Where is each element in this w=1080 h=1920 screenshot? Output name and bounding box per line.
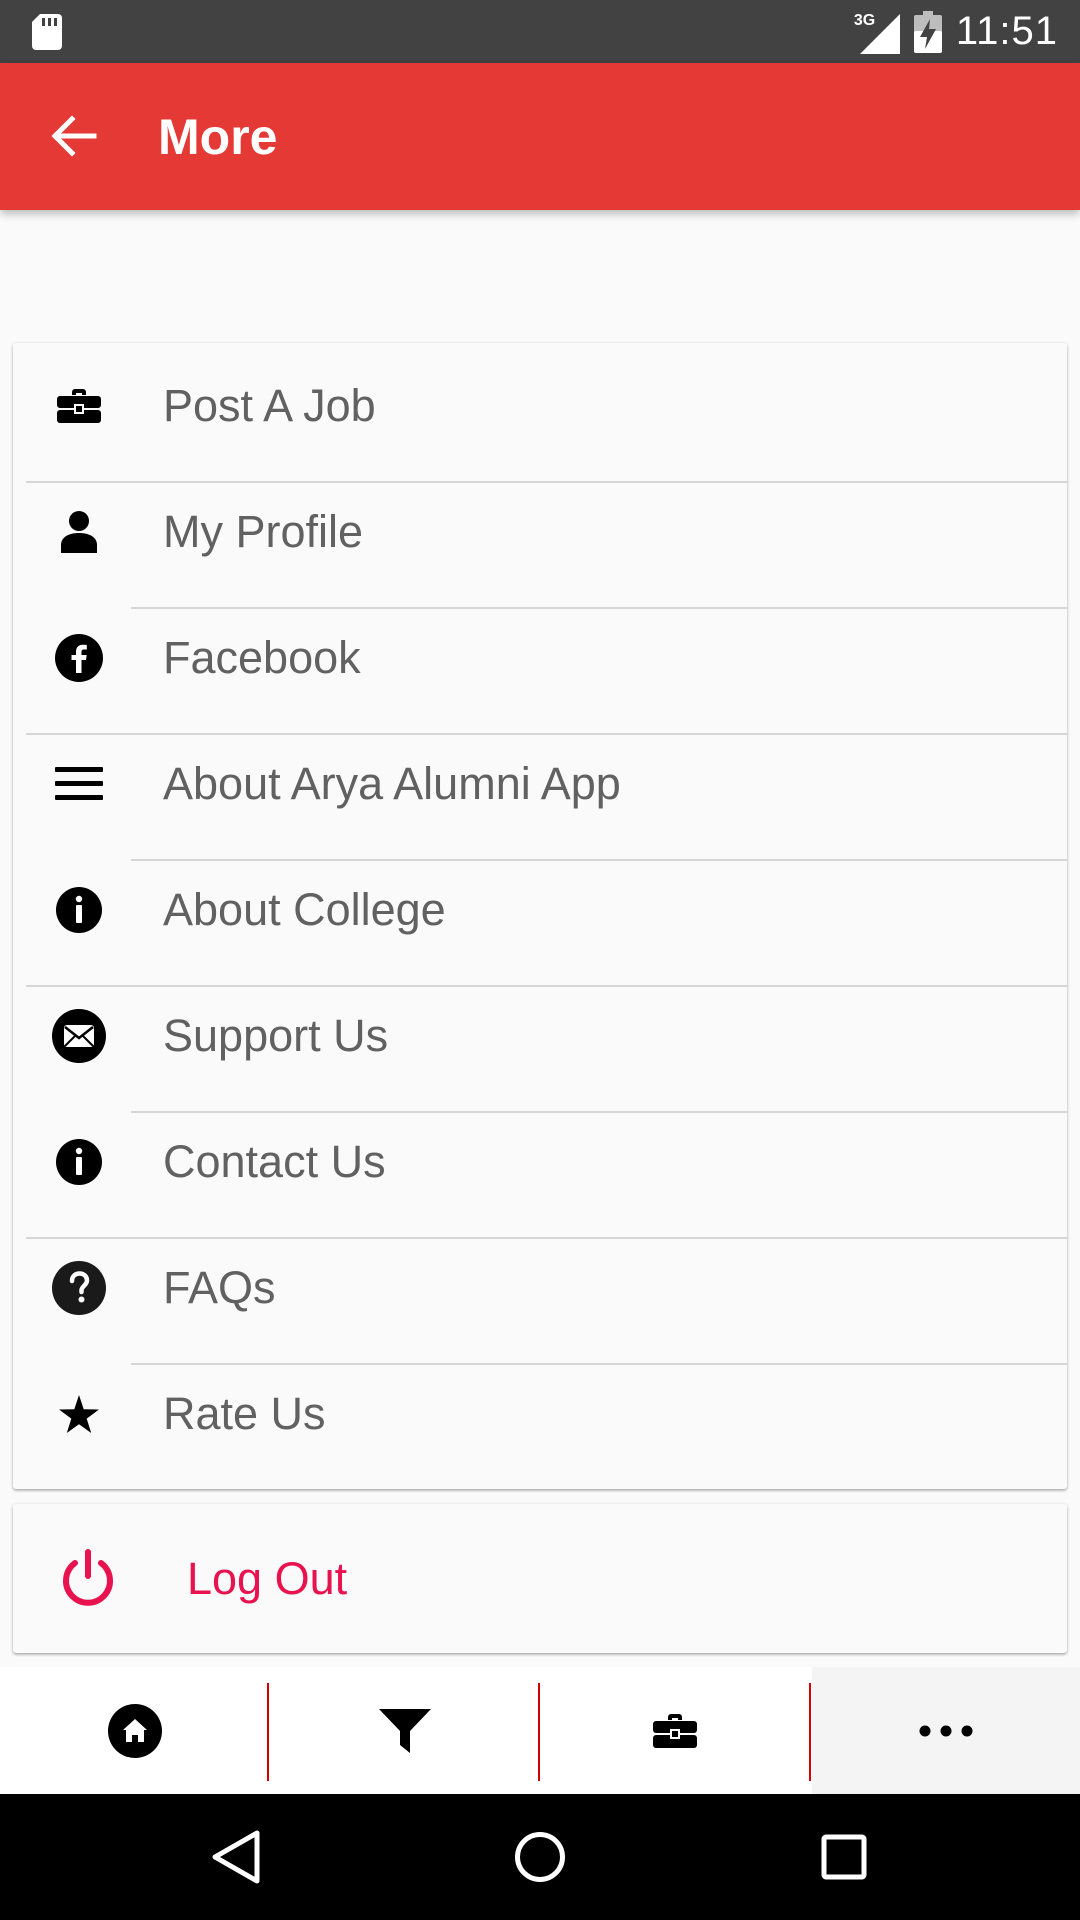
menu-item-label: Facebook — [163, 632, 361, 683]
menu-item-label: FAQs — [163, 1262, 276, 1313]
briefcase-icon — [653, 1713, 697, 1748]
menu-item-label: About Arya Alumni App — [163, 758, 621, 809]
tab-more[interactable] — [812, 1667, 1080, 1794]
briefcase-icon — [51, 378, 107, 434]
menu-item-faqs[interactable]: FAQs — [13, 1225, 1067, 1351]
tab-jobs[interactable] — [540, 1667, 810, 1794]
tab-separator — [267, 1683, 269, 1781]
system-nav-bar — [0, 1794, 1080, 1920]
menu-item-about-app[interactable]: About Arya Alumni App — [13, 721, 1067, 847]
filter-icon — [379, 1708, 431, 1753]
menu-item-rate-us[interactable]: Rate Us — [13, 1351, 1067, 1477]
menu-item-label: About College — [163, 884, 446, 935]
menu-lines-icon — [51, 756, 107, 812]
star-icon — [51, 1386, 107, 1442]
menu-item-post-a-job[interactable]: Post A Job — [13, 343, 1067, 469]
page-title: More — [158, 109, 278, 165]
system-home-button[interactable] — [502, 1819, 578, 1895]
menu-item-label: Post A Job — [163, 380, 376, 431]
tab-home[interactable] — [0, 1667, 270, 1794]
menu-item-my-profile[interactable]: My Profile — [13, 469, 1067, 595]
status-bar: 3G 11:51 — [0, 0, 1080, 63]
person-icon — [51, 504, 107, 560]
arrow-back-icon[interactable] — [48, 111, 98, 161]
bottom-nav — [0, 1667, 1080, 1794]
circle-home-icon — [515, 1832, 565, 1882]
info-icon — [51, 882, 107, 938]
clock: 11:51 — [955, 9, 1058, 53]
signal-icon: 3G — [854, 10, 900, 54]
menu-item-label: Support Us — [163, 1010, 389, 1061]
tab-filter[interactable] — [270, 1667, 540, 1794]
logout-button[interactable]: Log Out — [13, 1504, 1067, 1653]
menu-item-about-college[interactable]: About College — [13, 847, 1067, 973]
menu-item-label: Rate Us — [163, 1388, 326, 1439]
system-back-button[interactable] — [198, 1819, 274, 1895]
menu-item-contact-us[interactable]: Contact Us — [13, 1099, 1067, 1225]
menu-item-support-us[interactable]: Support Us — [13, 973, 1067, 1099]
menu-item-label: My Profile — [163, 506, 364, 557]
menu-card: Post A Job My Profile Facebook About Ary… — [13, 343, 1067, 1489]
power-icon — [63, 1549, 113, 1606]
system-recents-button[interactable] — [806, 1819, 882, 1895]
battery-icon — [913, 10, 942, 53]
help-circle-icon — [51, 1260, 107, 1316]
more-dots-icon — [919, 1725, 973, 1736]
mail-circle-icon — [51, 1008, 107, 1064]
sd-card-icon — [32, 14, 62, 50]
menu-item-facebook[interactable]: Facebook — [13, 595, 1067, 721]
menu-item-label: Contact Us — [163, 1136, 386, 1187]
logout-label: Log Out — [187, 1553, 348, 1604]
app-bar: More — [0, 63, 1080, 210]
triangle-back-icon — [212, 1830, 260, 1884]
home-icon — [108, 1703, 162, 1758]
facebook-icon — [51, 630, 107, 686]
tab-separator — [809, 1683, 811, 1781]
square-recents-icon — [821, 1834, 867, 1880]
info-icon — [51, 1134, 107, 1190]
